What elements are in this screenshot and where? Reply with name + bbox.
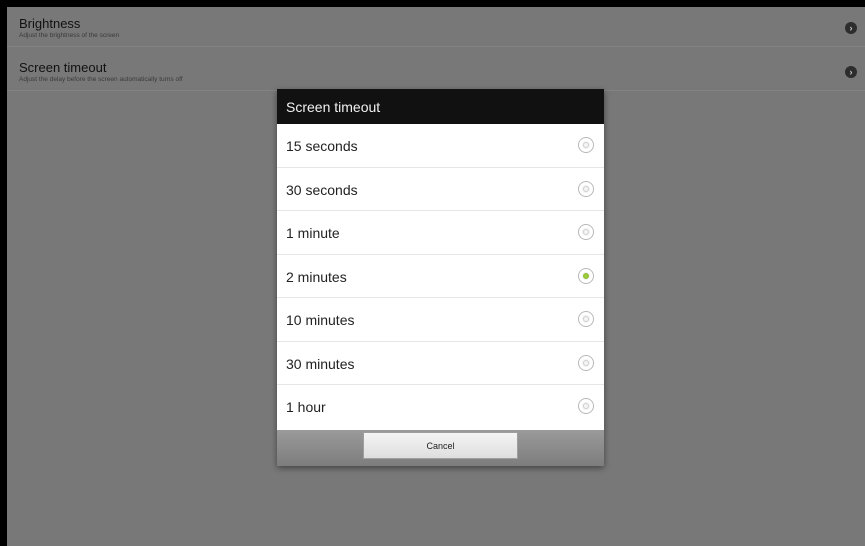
option-label: 1 minute — [286, 225, 340, 241]
timeout-option-15-seconds[interactable]: 15 seconds — [277, 124, 604, 168]
dialog-footer: Cancel — [277, 430, 604, 466]
timeout-option-30-seconds[interactable]: 30 seconds — [277, 168, 604, 211]
cancel-button[interactable]: Cancel — [363, 432, 518, 459]
option-label: 30 seconds — [286, 181, 358, 198]
setting-timeout-subtitle: Adjust the delay before the screen autom… — [19, 76, 183, 83]
setting-screen-timeout[interactable]: Screen timeout Adjust the delay before t… — [7, 51, 865, 91]
option-label: 10 minutes — [286, 312, 355, 328]
option-label: 15 seconds — [286, 138, 358, 154]
timeout-option-1-minute[interactable]: 1 minute — [277, 211, 604, 255]
option-label: 30 minutes — [286, 355, 355, 372]
radio-button[interactable] — [578, 137, 594, 153]
radio-button[interactable] — [578, 267, 594, 284]
timeout-option-30-minutes[interactable]: 30 minutes — [277, 342, 604, 385]
radio-button[interactable] — [578, 354, 594, 371]
dialog-header: Screen timeout — [277, 89, 604, 124]
setting-brightness-subtitle: Adjust the brightness of the screen — [19, 32, 120, 39]
settings-screen: Brightness Adjust the brightness of the … — [7, 7, 865, 546]
setting-timeout-title: Screen timeout — [19, 60, 107, 75]
radio-button[interactable] — [578, 180, 594, 197]
timeout-option-1-hour[interactable]: 1 hour — [277, 385, 604, 429]
timeout-option-10-minutes[interactable]: 10 minutes — [277, 298, 604, 342]
setting-brightness[interactable]: Brightness Adjust the brightness of the … — [7, 7, 865, 47]
radio-button[interactable] — [578, 311, 594, 327]
setting-brightness-title: Brightness — [19, 16, 81, 31]
radio-button[interactable] — [578, 224, 594, 240]
timeout-option-2-minutes[interactable]: 2 minutes — [277, 255, 604, 298]
chevron-right-icon[interactable]: › — [845, 66, 857, 78]
option-label: 2 minutes — [286, 268, 347, 285]
timeout-option-list: 15 seconds 30 seconds 1 minute 2 minutes… — [277, 124, 604, 429]
option-label: 1 hour — [286, 399, 326, 415]
radio-button[interactable] — [578, 398, 594, 414]
dialog-title: Screen timeout — [286, 99, 381, 115]
chevron-right-icon[interactable]: › — [845, 22, 857, 34]
screen-timeout-dialog: Screen timeout 15 seconds 30 seconds 1 m… — [277, 89, 604, 466]
